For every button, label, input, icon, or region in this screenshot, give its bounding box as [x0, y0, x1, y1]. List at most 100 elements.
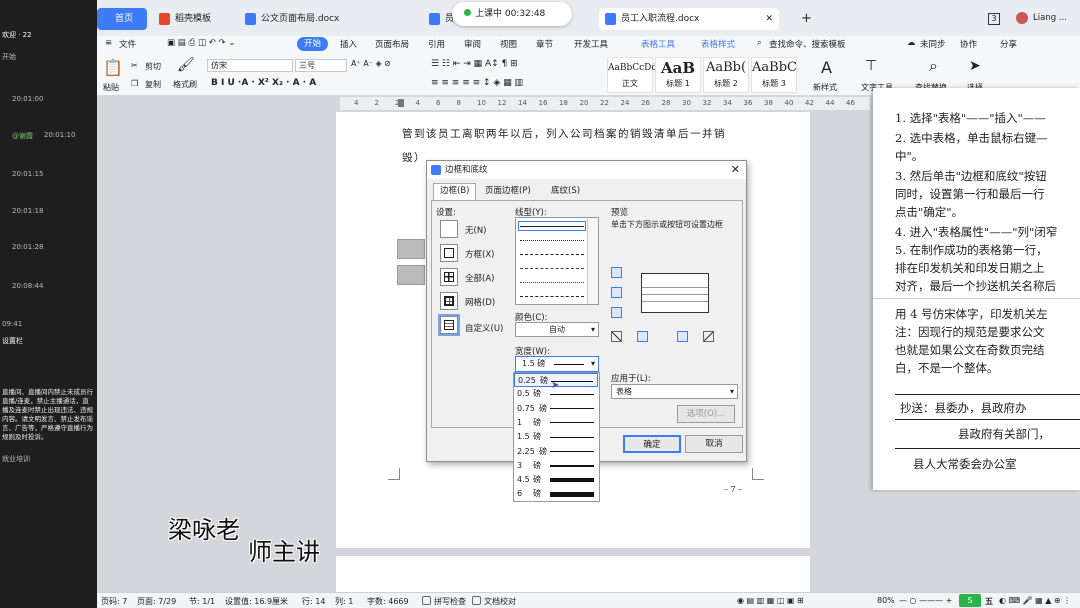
avatar[interactable] [1016, 12, 1028, 24]
font-family-select[interactable]: 仿宋 [207, 59, 293, 72]
status-spellcheck[interactable]: 拼写检查 [434, 596, 466, 607]
menu-file[interactable]: 文件 [119, 38, 136, 50]
tab-page-border[interactable]: 页面边框(P) [479, 184, 537, 199]
new-style-icon[interactable]: A [821, 58, 832, 77]
paste-icon[interactable]: 📋 [103, 58, 123, 77]
setting-all-icon[interactable] [440, 268, 458, 286]
line-style-option[interactable] [520, 240, 584, 241]
format-brush-icon[interactable]: 🖌 [177, 57, 195, 73]
chat-settings-link[interactable]: 设置栏 [2, 336, 23, 346]
align-icons[interactable]: ≡ ≡ ≡ ≡ ≡ ↕ ◈ ▦ ▥ [431, 78, 523, 88]
tab-borders[interactable]: 边框(B) [433, 183, 477, 200]
cut-button[interactable]: 剪切 [145, 61, 161, 72]
tab-doc[interactable]: 公文页面布局.docx [239, 8, 417, 30]
menu-layout[interactable]: 页面布局 [375, 38, 409, 50]
width-option[interactable]: 1.5 磅 [514, 430, 598, 444]
copy-icon[interactable]: ❐ [131, 79, 138, 88]
share-button[interactable]: 分享 [1000, 38, 1017, 50]
zoom-slider[interactable]: — ○ ——— + [899, 596, 952, 605]
setting-box[interactable]: 方框(X) [465, 248, 494, 260]
ok-button[interactable]: 确定 [623, 435, 681, 453]
tab-shading[interactable]: 底纹(S) [545, 184, 586, 199]
color-select[interactable]: 自动 ▾ [515, 322, 599, 337]
chevron-down-icon[interactable]: ▾ [591, 323, 595, 336]
setting-custom[interactable]: 自定义(U) [465, 322, 503, 334]
line-style-list[interactable] [515, 217, 599, 305]
text-format-icons[interactable]: B I U ·A · X² X₂ · A · A [211, 78, 316, 88]
style-normal[interactable]: AaBbCcDd 正文 [607, 57, 657, 93]
width-option[interactable]: 6磅 [514, 487, 598, 501]
diagonal-up-button[interactable] [611, 331, 622, 342]
border-top-button[interactable] [611, 267, 622, 278]
scrollbar[interactable] [587, 218, 598, 304]
status-page[interactable]: 页码: 7 [101, 596, 127, 607]
width-option[interactable]: 2.25 磅 [514, 445, 598, 459]
setting-none[interactable]: 无(N) [465, 224, 487, 236]
ime-tool-icons[interactable]: ◐ ⌨ 🎤 ▦ ▲ ⊕ ⋮ [999, 596, 1071, 605]
width-option[interactable]: 3磅 [514, 459, 598, 473]
diagonal-down-button[interactable] [703, 331, 714, 342]
status-proofread[interactable]: 文档校对 [484, 596, 516, 607]
menu-view[interactable]: 视图 [500, 38, 517, 50]
ime-logo-icon[interactable]: S [959, 594, 981, 607]
new-style-button[interactable]: 新样式 [813, 82, 837, 93]
width-option[interactable]: 1磅 [514, 416, 598, 430]
status-zoom[interactable]: 80% [877, 596, 895, 605]
cancel-button[interactable]: 取消 [685, 435, 743, 453]
tab-doc[interactable]: 员 [423, 8, 454, 30]
font-grow-shrink-icons[interactable]: A⁺ A⁻ ◈ ⊘ [351, 59, 391, 68]
setting-grid-icon[interactable] [440, 292, 458, 310]
apply-to-select[interactable]: 表格 ▾ [611, 384, 738, 399]
dialog-titlebar[interactable]: 边框和底纹 ✕ [427, 161, 746, 179]
preview-table[interactable] [641, 273, 709, 313]
status-words[interactable]: 字数: 4669 [367, 596, 409, 607]
tab-home[interactable]: 首页 [97, 8, 147, 30]
setting-all[interactable]: 全部(A) [465, 272, 494, 284]
proofread-icon[interactable] [472, 596, 481, 605]
indent-marker[interactable] [398, 99, 404, 107]
style-heading1[interactable]: AaB 标题 1 [655, 57, 701, 93]
window-count-badge[interactable]: 3 [988, 13, 1000, 25]
new-tab-button[interactable]: + [801, 8, 812, 30]
width-select[interactable]: 1.5 磅 ▾ [515, 356, 599, 372]
line-style-option[interactable] [520, 282, 584, 283]
horizontal-ruler[interactable]: 4224681012141618202224262830323436384042… [340, 97, 870, 110]
find-icon[interactable]: ⌕ [929, 56, 938, 76]
spellcheck-icon[interactable] [422, 596, 431, 605]
line-style-option[interactable] [520, 226, 584, 227]
menu-search[interactable]: 查找命令、搜索模板 [769, 38, 846, 50]
scissors-icon[interactable]: ✂ [131, 61, 138, 70]
menu-review[interactable]: 审阅 [464, 38, 481, 50]
setting-box-icon[interactable] [440, 244, 458, 262]
width-dropdown-list[interactable]: 0.25 磅 0.5 磅 0.75 磅 1 磅 1.5 磅 2.25 磅 3 磅 4.5 磅 6 磅 [513, 372, 600, 502]
paste-button[interactable]: 粘贴 [103, 82, 119, 93]
menu-table-style[interactable]: 表格样式 [701, 38, 735, 50]
status-pages[interactable]: 页面: 7/29 [137, 596, 176, 607]
select-cursor-icon[interactable]: ➤ [969, 58, 981, 74]
menu-table-tools[interactable]: 表格工具 [641, 38, 675, 50]
chevron-down-icon[interactable]: ▾ [730, 385, 734, 398]
border-left-button[interactable] [637, 331, 648, 342]
border-middle-button[interactable] [611, 287, 622, 298]
list-icons[interactable]: ☰ ☷ ⇤ ⇥ ▦ A↕ ¶ ⊞ [431, 59, 518, 69]
line-style-option[interactable] [520, 254, 584, 255]
setting-grid[interactable]: 网格(D) [465, 296, 495, 308]
tab-doc[interactable]: 稻壳模板 [153, 8, 237, 30]
border-center-button[interactable] [677, 331, 688, 342]
border-bottom-button[interactable] [611, 307, 622, 318]
menu-insert[interactable]: 插入 [340, 38, 357, 50]
toolbar-quick-icons[interactable]: ▣ ▤ ⎙ ◫ ↶ ↷ ⌄ [167, 38, 235, 48]
table-handle[interactable] [397, 265, 425, 285]
style-heading3[interactable]: AaBbC 标题 3 [751, 57, 797, 93]
menu-start[interactable]: 开始 [297, 37, 329, 51]
line-style-option[interactable] [520, 296, 584, 297]
copy-button[interactable]: 复制 [145, 79, 161, 90]
tab-doc-active[interactable]: 员工入职流程.docx ✕ [599, 8, 779, 30]
view-mode-icons[interactable]: ◉ ▤ ▥ ▦ ◫ ▣ ⊞ [737, 596, 804, 605]
hamburger-icon[interactable]: ≡ [105, 38, 112, 48]
setting-custom-icon[interactable] [438, 314, 460, 336]
table-handle[interactable] [397, 239, 425, 259]
user-name[interactable]: Liang ... [1033, 13, 1067, 23]
menu-chapter[interactable]: 章节 [536, 38, 553, 50]
options-button[interactable]: 选项(O)... [677, 405, 735, 423]
